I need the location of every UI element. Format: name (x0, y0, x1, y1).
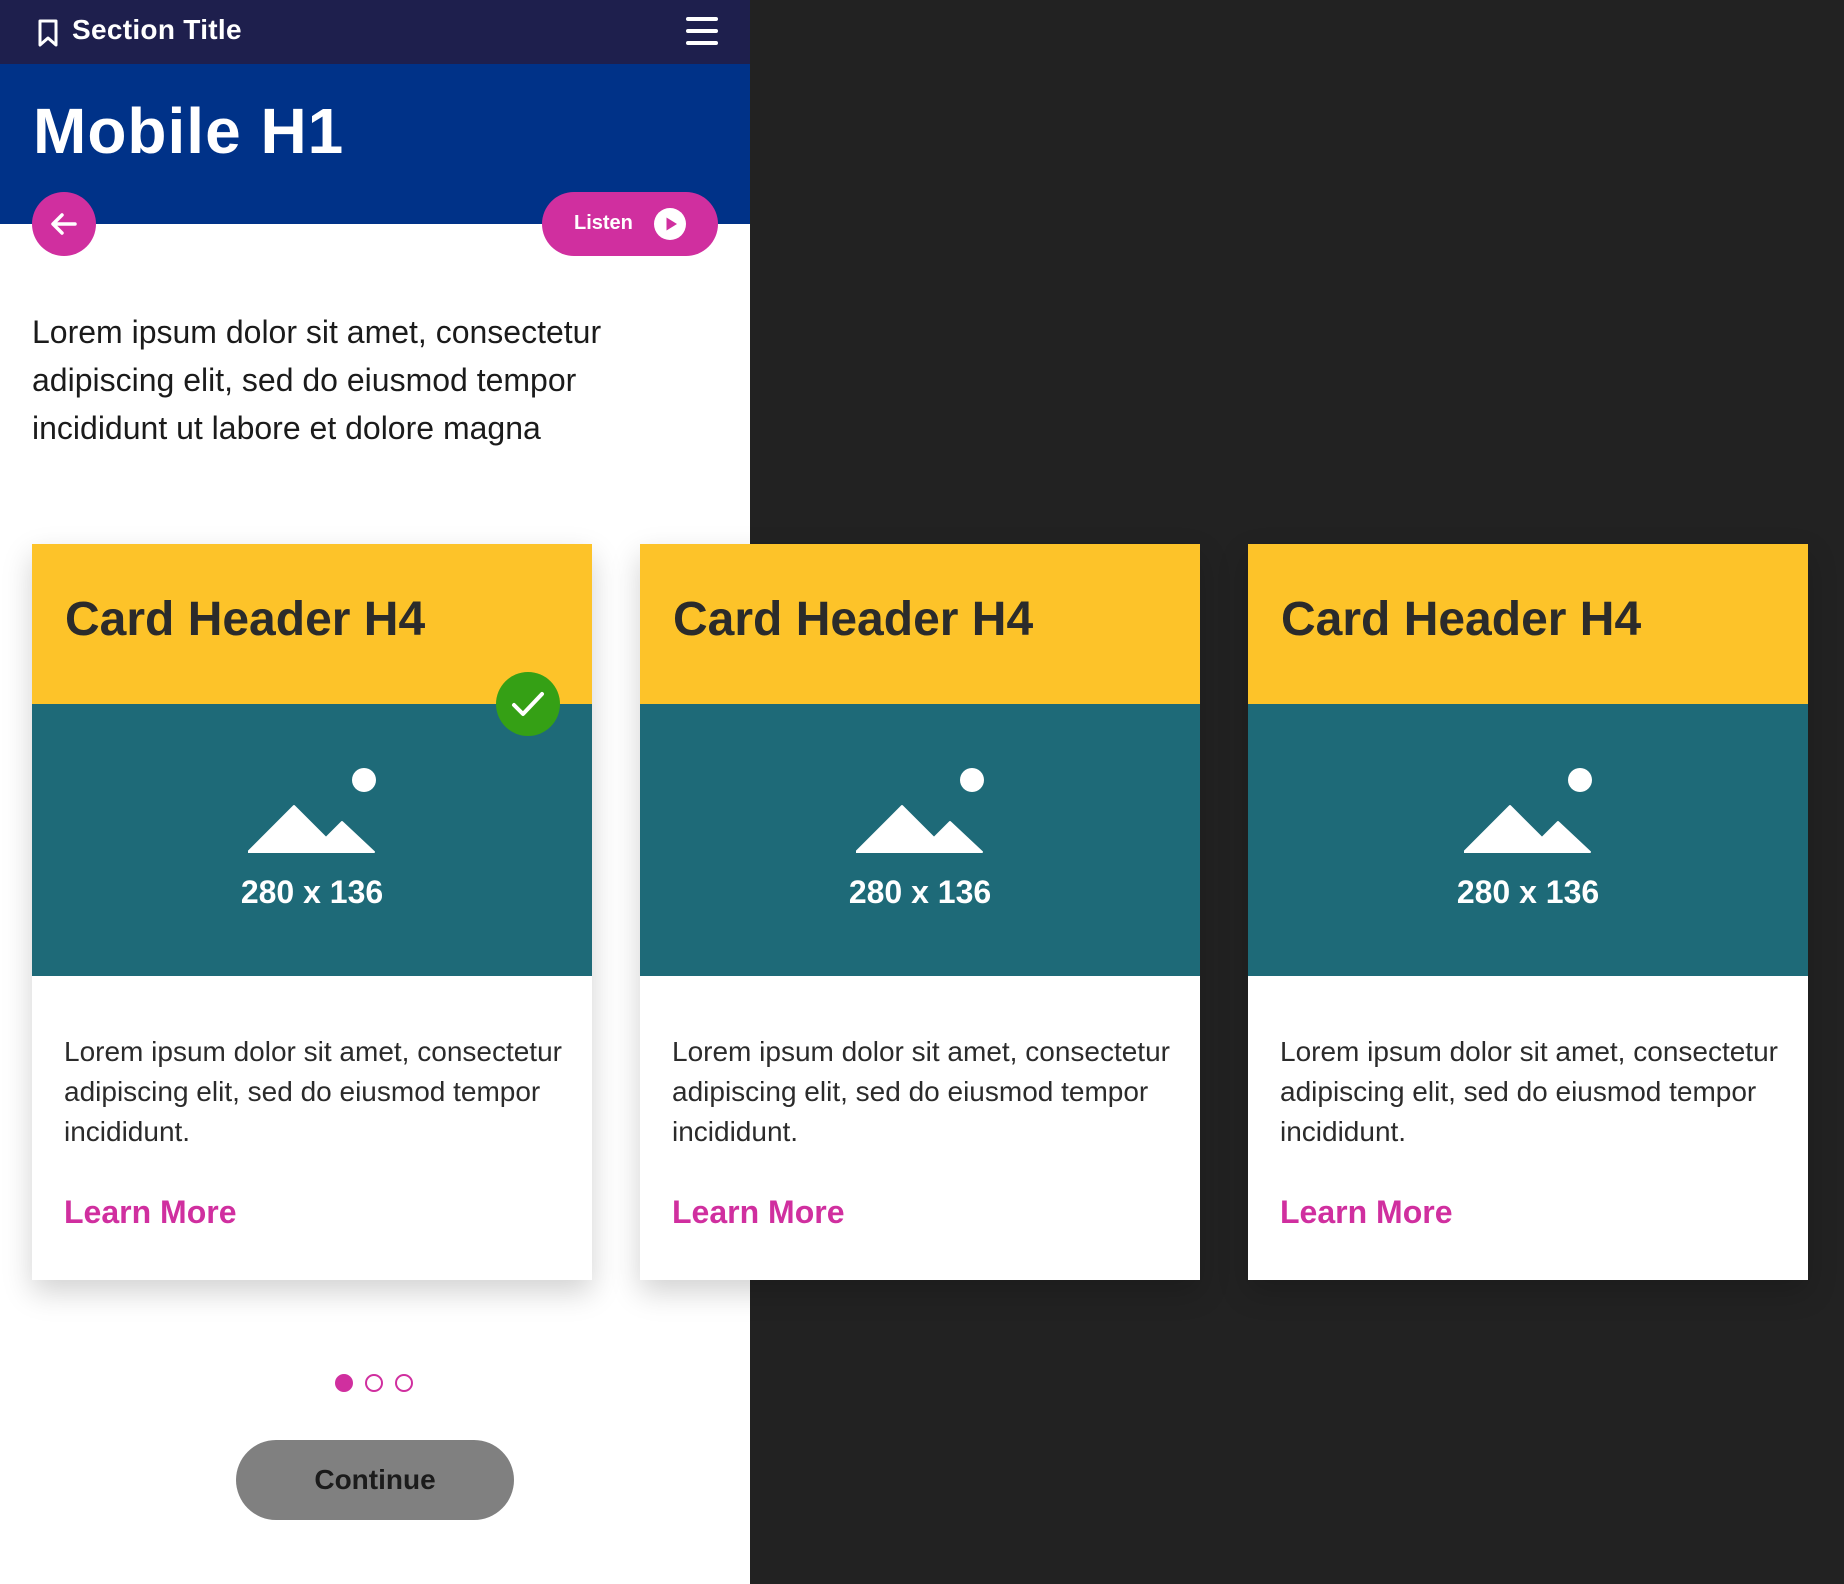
image-placeholder-icon (248, 768, 376, 853)
learn-more-link[interactable]: Learn More (672, 1194, 844, 1231)
card-header: Card Header H4 (1248, 544, 1808, 704)
card-title: Card Header H4 (1281, 593, 1642, 646)
continue-button[interactable]: Continue (236, 1440, 514, 1520)
card-title: Card Header H4 (673, 593, 1034, 646)
top-bar: Section Title (0, 0, 750, 64)
learn-more-link[interactable]: Learn More (1280, 1194, 1452, 1231)
intro-paragraph: Lorem ipsum dolor sit amet, consectetur … (32, 314, 602, 446)
back-button[interactable] (32, 192, 96, 256)
bookmark-icon (38, 19, 58, 47)
card-header: Card Header H4 (640, 544, 1200, 704)
pagination-dot-1[interactable] (335, 1374, 353, 1392)
image-placeholder-icon (1464, 768, 1592, 853)
card-body: Lorem ipsum dolor sit amet, consectetur … (1280, 1036, 1778, 1147)
card-1[interactable]: Card Header H4 280 x 136 Lorem ipsum dol… (32, 544, 592, 1280)
image-dimensions-label: 280 x 136 (1456, 874, 1600, 910)
listen-button[interactable]: Listen (542, 192, 718, 256)
pagination-dot-2[interactable] (365, 1374, 383, 1392)
section-title: Section Title (72, 14, 242, 45)
pagination-dot-3[interactable] (395, 1374, 413, 1392)
card-image-placeholder: 280 x 136 (1248, 704, 1808, 976)
card-body: Lorem ipsum dolor sit amet, consectetur … (672, 1036, 1170, 1147)
play-circle-icon (654, 208, 686, 240)
card-2[interactable]: Card Header H4 280 x 136 Lorem ipsum dol… (640, 544, 1200, 1280)
image-placeholder-icon (856, 768, 984, 853)
listen-label: Listen (574, 212, 633, 234)
image-dimensions-label: 280 x 136 (848, 874, 992, 910)
page-title: Mobile H1 (33, 95, 345, 167)
hamburger-menu-icon[interactable] (686, 17, 718, 47)
card-image-placeholder: 280 x 136 (640, 704, 1200, 976)
checkmark-icon (496, 672, 560, 736)
card-3[interactable]: Card Header H4 280 x 136 Lorem ipsum dol… (1248, 544, 1808, 1280)
card-body: Lorem ipsum dolor sit amet, consectetur … (64, 1036, 562, 1147)
carousel-pagination (335, 1374, 425, 1392)
card-title: Card Header H4 (65, 593, 426, 646)
learn-more-link[interactable]: Learn More (64, 1194, 236, 1231)
card-image-placeholder: 280 x 136 (32, 704, 592, 976)
arrow-left-icon (51, 213, 77, 235)
image-dimensions-label: 280 x 136 (240, 874, 384, 910)
